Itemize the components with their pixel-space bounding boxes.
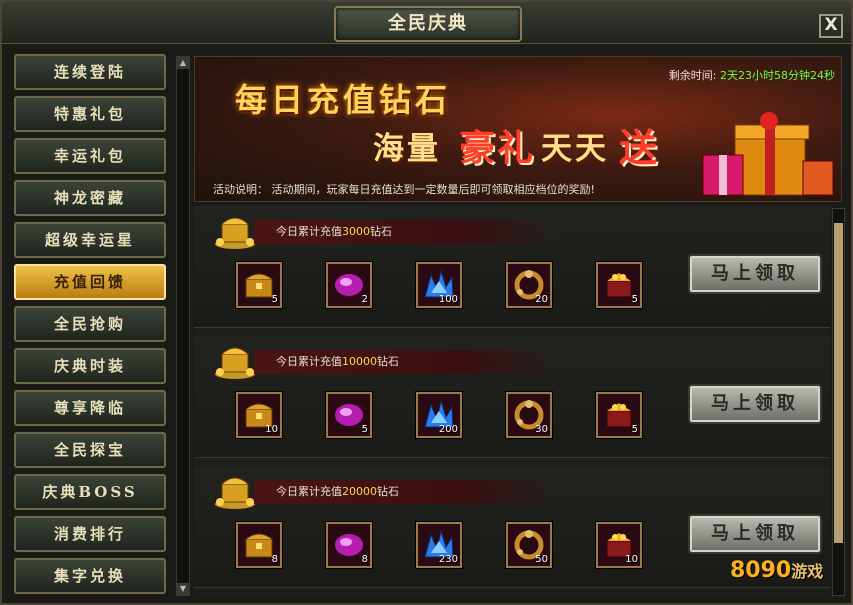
treasure-pile-icon — [212, 210, 258, 250]
scroll-up-icon[interactable]: ▲ — [177, 57, 189, 69]
tier-amount: 10000 — [342, 355, 377, 368]
tier-prefix: 今日累计充值 — [276, 485, 342, 498]
item-count: 5 — [631, 424, 638, 435]
sidebar-item-10[interactable]: 庆典BOSS — [14, 474, 166, 510]
tier-amount: 20000 — [342, 485, 377, 498]
sidebar-item-4[interactable]: 超级幸运星 — [14, 222, 166, 258]
claim-button[interactable]: 马上领取 — [690, 516, 820, 552]
sidebar-item-6[interactable]: 全民抢购 — [14, 306, 166, 342]
watermark-suffix: 游戏 — [791, 562, 824, 581]
tier-requirement: 今日累计充值3000钻石 — [254, 220, 554, 244]
countdown-label: 剩余时间: — [668, 69, 717, 82]
item-count: 30 — [535, 424, 548, 435]
item-count: 8 — [361, 554, 368, 565]
sidebar-item-7[interactable]: 庆典时装 — [14, 348, 166, 384]
treasure-pile-icon — [212, 340, 258, 380]
item-count: 230 — [438, 554, 458, 565]
close-button[interactable]: X — [819, 14, 843, 38]
banner-sub-d: 送 — [619, 125, 658, 170]
sidebar-item-11[interactable]: 消费排行 — [14, 516, 166, 552]
reward-item-4[interactable]: 10 — [596, 522, 642, 568]
treasure-pile-icon — [212, 470, 258, 510]
tier-suffix: 钻石 — [377, 485, 399, 498]
title-bar: 全民庆典 X — [2, 2, 851, 44]
reward-tier-0: 今日累计充值3000钻石 5 2 100 20 5 马上领取 — [194, 206, 830, 328]
reward-item-0[interactable]: 10 — [236, 392, 282, 438]
tier-scrollbar[interactable] — [832, 208, 845, 596]
sidebar-item-0[interactable]: 连续登陆 — [14, 54, 166, 90]
claim-button[interactable]: 马上领取 — [690, 256, 820, 292]
tier-prefix: 今日累计充值 — [276, 355, 342, 368]
reward-item-0[interactable]: 5 — [236, 262, 282, 308]
tier-suffix: 钻石 — [370, 225, 392, 238]
reward-item-2[interactable]: 100 — [416, 262, 462, 308]
scroll-thumb[interactable] — [834, 223, 843, 543]
item-count: 5 — [631, 294, 638, 305]
item-count: 50 — [535, 554, 548, 565]
reward-item-1[interactable]: 5 — [326, 392, 372, 438]
reward-item-2[interactable]: 200 — [416, 392, 462, 438]
reward-item-3[interactable]: 50 — [506, 522, 552, 568]
reward-item-0[interactable]: 8 — [236, 522, 282, 568]
scroll-down-icon[interactable]: ▼ — [177, 583, 189, 595]
gift-box-icon — [702, 112, 834, 196]
item-count: 100 — [438, 294, 458, 305]
countdown: 剩余时间: 2天23小时58分钟24秒 — [669, 67, 835, 83]
event-banner: 每日充值钻石 海量 豪礼 天天 送 剩余时间: 2天23小时58分钟24秒 活动… — [194, 56, 842, 202]
claim-button[interactable]: 马上领取 — [690, 386, 820, 422]
dialog-window: 全民庆典 X 连续登陆特惠礼包幸运礼包神龙密藏超级幸运星充值回馈全民抢购庆典时装… — [0, 0, 853, 605]
tier-prefix: 今日累计充值 — [276, 225, 342, 238]
tier-requirement: 今日累计充值20000钻石 — [254, 480, 554, 504]
reward-item-1[interactable]: 8 — [326, 522, 372, 568]
tier-suffix: 钻石 — [377, 355, 399, 368]
reward-item-4[interactable]: 5 — [596, 262, 642, 308]
sidebar-item-2[interactable]: 幸运礼包 — [14, 138, 166, 174]
reward-item-3[interactable]: 30 — [506, 392, 552, 438]
sidebar-item-3[interactable]: 神龙密藏 — [14, 180, 166, 216]
item-count: 2 — [361, 294, 368, 305]
reward-item-4[interactable]: 5 — [596, 392, 642, 438]
item-count: 10 — [265, 424, 278, 435]
item-count: 5 — [271, 294, 278, 305]
sidebar-item-12[interactable]: 集字兑换 — [14, 558, 166, 594]
item-count: 200 — [438, 424, 458, 435]
countdown-value: 2天23小时58分钟24秒 — [720, 69, 835, 82]
reward-item-2[interactable]: 230 — [416, 522, 462, 568]
tier-requirement: 今日累计充值10000钻石 — [254, 350, 554, 374]
watermark-logo: 8090游戏 — [730, 558, 823, 583]
reward-tier-1: 今日累计充值10000钻石 10 5 200 30 5 马上领取 — [194, 336, 830, 458]
sidebar-item-8[interactable]: 尊享降临 — [14, 390, 166, 426]
banner-sub-c: 天天 — [541, 131, 609, 167]
reward-tier-list: 今日累计充值3000钻石 5 2 100 20 5 马上领取 今日累计充值10000钻石 10 5… — [194, 206, 830, 598]
sidebar-item-9[interactable]: 全民探宝 — [14, 432, 166, 468]
item-count: 20 — [535, 294, 548, 305]
event-description: 活动说明： 活动期间，玩家每日充值达到一定数量后即可领取相应档位的奖励! — [213, 183, 595, 196]
window-title: 全民庆典 — [334, 6, 522, 42]
reward-item-1[interactable]: 2 — [326, 262, 372, 308]
banner-sub-a: 海量 — [373, 131, 441, 167]
sidebar-item-1[interactable]: 特惠礼包 — [14, 96, 166, 132]
reward-item-3[interactable]: 20 — [506, 262, 552, 308]
banner-headline: 每日充值钻石 — [235, 81, 452, 119]
sidebar-item-5[interactable]: 充值回馈 — [14, 264, 166, 300]
watermark-brand: 8090 — [730, 558, 792, 583]
banner-sub-b: 豪礼 — [459, 127, 536, 169]
item-count: 10 — [625, 554, 638, 565]
tier-amount: 3000 — [342, 225, 370, 238]
item-count: 8 — [271, 554, 278, 565]
sidebar: 连续登陆特惠礼包幸运礼包神龙密藏超级幸运星充值回馈全民抢购庆典时装尊享降临全民探… — [10, 54, 170, 602]
sidebar-scrollbar[interactable]: ▲ ▼ — [176, 56, 190, 596]
item-count: 5 — [361, 424, 368, 435]
